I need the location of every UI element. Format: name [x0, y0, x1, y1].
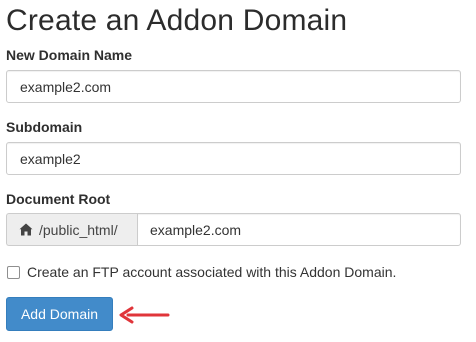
new-domain-input[interactable] — [6, 70, 461, 103]
document-root-prefix: /public_html/ — [6, 213, 137, 246]
new-domain-label: New Domain Name — [6, 47, 133, 63]
page-title: Create an Addon Domain — [6, 4, 348, 37]
ftp-account-option[interactable]: Create an FTP account associated with th… — [7, 264, 396, 280]
ftp-account-checkbox-label[interactable]: Create an FTP account associated with th… — [27, 264, 396, 280]
document-root-prefix-text: /public_html/ — [39, 221, 118, 238]
subdomain-input[interactable] — [6, 142, 461, 175]
document-root-input[interactable] — [137, 213, 461, 246]
add-domain-button[interactable]: Add Domain — [6, 297, 113, 331]
document-root-group: /public_html/ — [6, 213, 461, 246]
arrow-left-icon — [119, 306, 170, 324]
home-icon — [19, 223, 33, 236]
document-root-label: Document Root — [6, 191, 111, 207]
subdomain-label: Subdomain — [6, 119, 83, 135]
ftp-account-checkbox[interactable] — [7, 265, 20, 279]
